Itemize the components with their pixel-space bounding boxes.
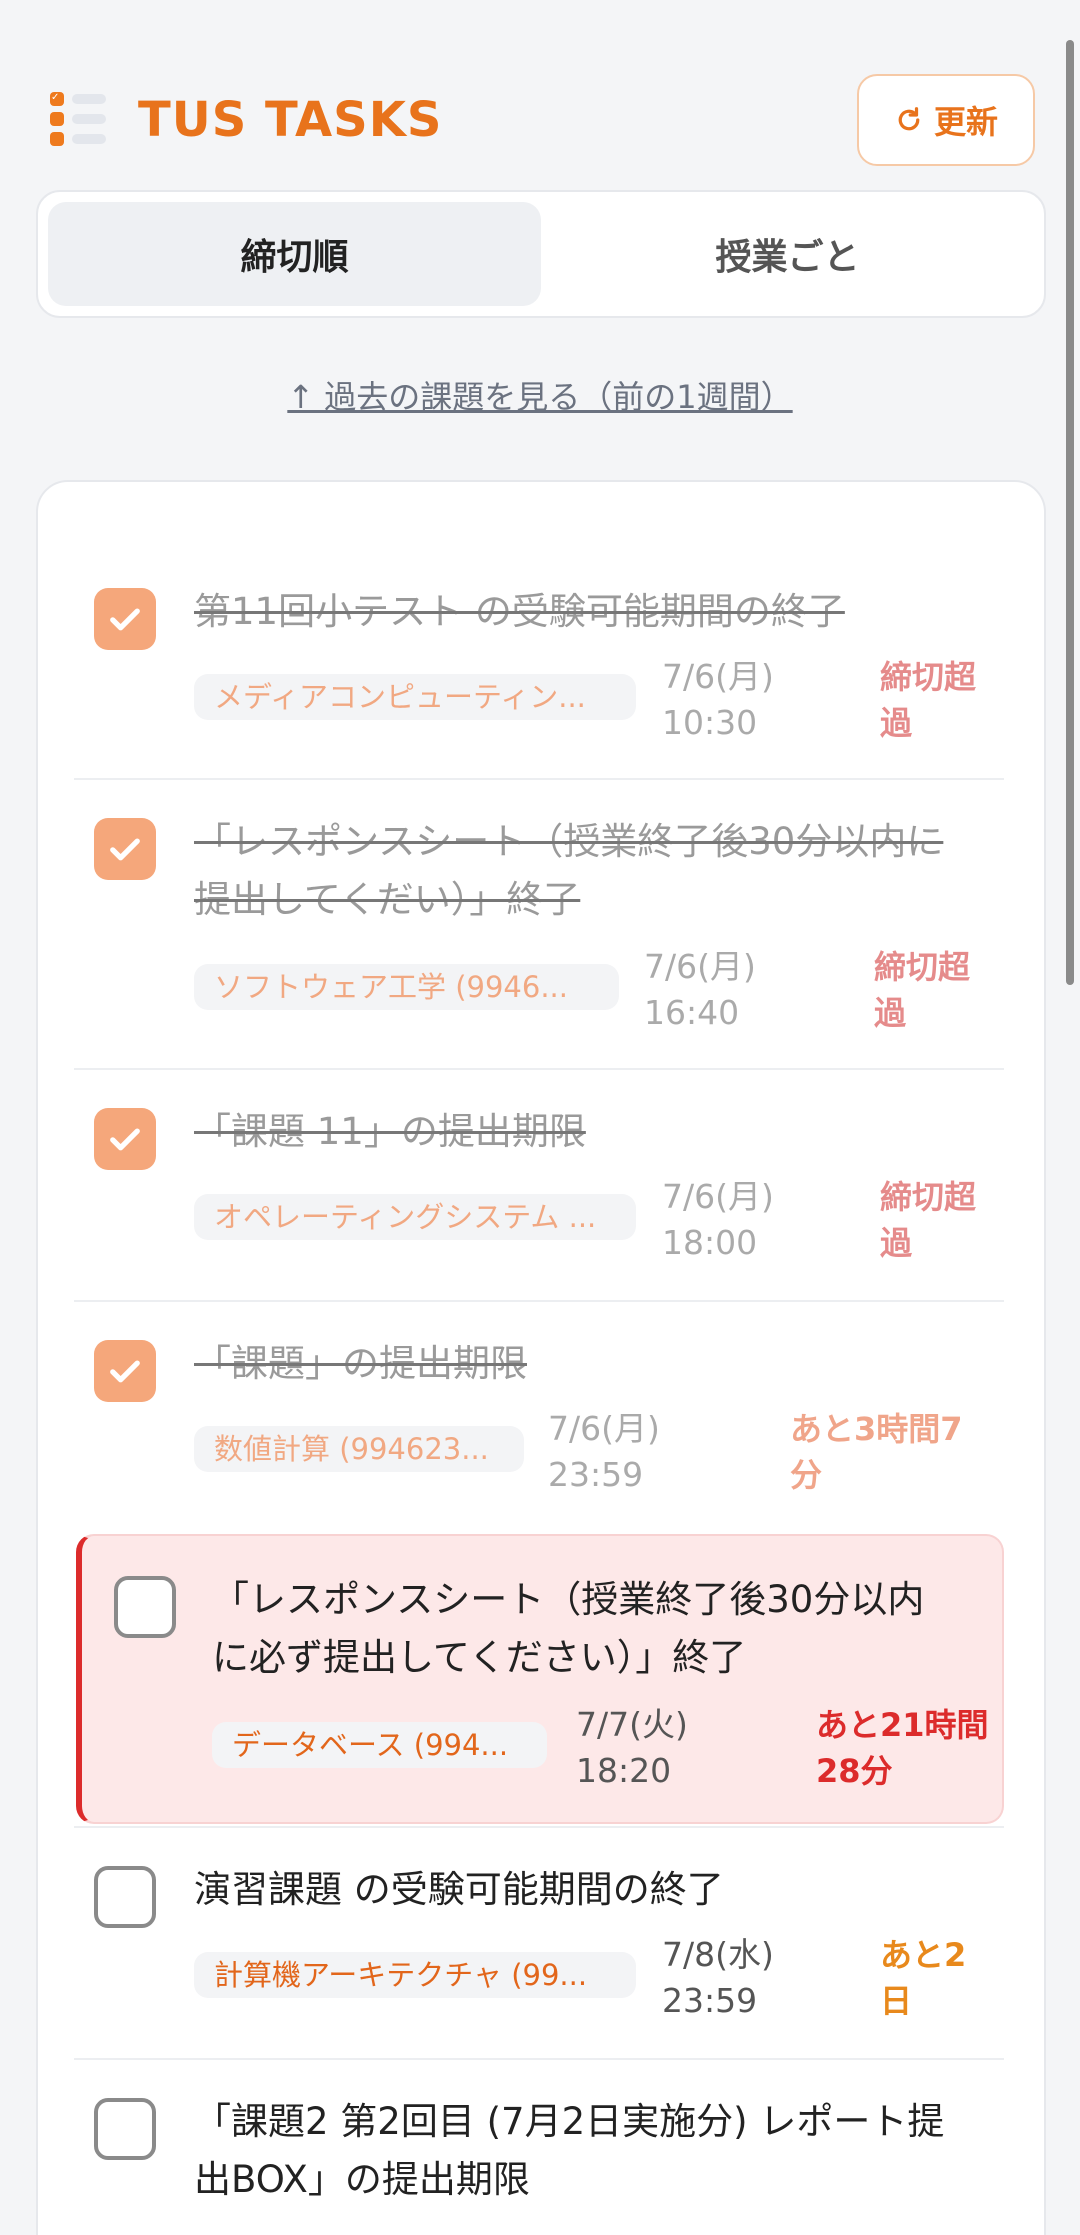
task-title-line-2: 提出してくだい）」終了 <box>194 878 581 921</box>
due-date: 7/8(水) <box>662 1935 774 1974</box>
task-checkbox[interactable] <box>94 588 156 650</box>
task-title: 演習課題 の受験可能期間の終了 <box>194 1868 724 1911</box>
due-date: 7/6(月) <box>662 1177 774 1216</box>
task-title: 第11回小テスト の受験可能期間の終了 <box>194 590 845 633</box>
task-checkbox[interactable] <box>94 1340 156 1402</box>
header: ✓ TUS TASKS 更新 <box>50 72 1035 168</box>
task-title: 「課題」の提出期限 <box>194 1342 527 1385</box>
refresh-icon <box>898 107 920 131</box>
deadline-status: 締切超過 <box>880 658 977 742</box>
past-tasks-link[interactable]: ↑ 過去の課題を見る（前の1週間） <box>0 372 1080 418</box>
deadline-status: あと21時間28分 <box>816 1706 989 1790</box>
task-item: 第11回小テスト の受験可能期間の終了 メディアコンピューティン... 7/6(… <box>74 582 1004 762</box>
refresh-label: 更新 <box>933 103 998 141</box>
task-item: 「課題」の提出期限 数値計算 (994623... 7/6(月) 23:59 あ… <box>74 1334 1004 1514</box>
task-item: 「課題2 第2回目 (7月2日実施分) レポート提 出BOX」の提出期限 <box>74 2092 1004 2232</box>
app-screen: ✓ TUS TASKS 更新 締切順 授業ごと ↑ 過去の課題を見る（前の1週間… <box>0 0 1080 2235</box>
task-title-line-1: 「課題2 第2回目 (7月2日実施分) レポート提 <box>194 2100 945 2143</box>
due-time: 18:00 <box>662 1223 758 1262</box>
divider <box>74 778 1004 780</box>
checkmark-icon <box>110 1360 140 1383</box>
task-item: 「レスポンスシート（授業終了後30分以内に 提出してくだい）」終了 ソフトウェア… <box>74 812 1004 1052</box>
task-checkbox[interactable] <box>114 1576 176 1638</box>
due-date: 7/6(月) <box>644 947 756 986</box>
task-checkbox[interactable] <box>94 1108 156 1170</box>
checkmark-icon <box>110 838 140 861</box>
task-title-line-1: 「レスポンスシート（授業終了後30分以内 <box>212 1578 925 1621</box>
divider <box>74 1300 1004 1302</box>
checkmark-icon <box>110 608 140 631</box>
due-time: 23:59 <box>662 1981 758 2020</box>
checkmark-icon <box>110 1128 140 1151</box>
task-title-line-2: に必ず提出してください）」終了 <box>212 1636 747 1679</box>
deadline-status: あと2日 <box>880 1936 967 2020</box>
divider <box>74 1826 1004 1828</box>
task-list: 第11回小テスト の受験可能期間の終了 メディアコンピューティン... 7/6(… <box>36 480 1046 2235</box>
task-checkbox[interactable] <box>94 1866 156 1928</box>
course-tag: オペレーティングシステム ... <box>194 1194 636 1240</box>
view-tabs: 締切順 授業ごと <box>36 190 1046 318</box>
due-date: 7/6(月) <box>662 657 774 696</box>
deadline-status: あと3時間7分 <box>790 1410 963 1494</box>
app-title: TUS TASKS <box>138 92 443 148</box>
task-item: 「課題 11」の提出期限 オペレーティングシステム ... 7/6(月) 18:… <box>74 1102 1004 1282</box>
task-title-line-1: 「レスポンスシート（授業終了後30分以内に <box>194 820 944 863</box>
task-checkbox[interactable] <box>94 2098 156 2160</box>
task-checkbox[interactable] <box>94 818 156 880</box>
due-date: 7/6(月) <box>548 1409 660 1448</box>
task-title-line-2: 出BOX」の提出期限 <box>194 2158 530 2201</box>
course-tag: ソフトウェア工学 (9946... <box>194 964 619 1010</box>
due-time: 23:59 <box>548 1455 644 1494</box>
task-list-logo-icon: ✓ <box>50 90 108 150</box>
scrollbar[interactable] <box>1066 40 1074 985</box>
tab-by-class[interactable]: 授業ごと <box>541 202 1034 306</box>
due-date: 7/7(火) <box>576 1705 688 1744</box>
deadline-status: 締切超過 <box>880 1178 977 1262</box>
refresh-button[interactable]: 更新 <box>857 74 1035 166</box>
divider <box>74 1068 1004 1070</box>
task-item-urgent: 「レスポンスシート（授業終了後30分以内 に必ず提出してください）」終了 データ… <box>74 1570 1004 1810</box>
course-tag: 計算機アーキテクチャ (99... <box>194 1952 636 1998</box>
due-time: 10:30 <box>662 703 758 742</box>
due-time: 18:20 <box>576 1751 672 1790</box>
course-tag: 数値計算 (994623... <box>194 1426 524 1472</box>
task-item: 演習課題 の受験可能期間の終了 計算機アーキテクチャ (99... 7/8(水)… <box>74 1860 1004 2040</box>
course-tag: データベース (994... <box>212 1722 547 1768</box>
due-time: 16:40 <box>644 993 740 1032</box>
divider <box>74 2058 1004 2060</box>
task-title: 「課題 11」の提出期限 <box>194 1110 586 1153</box>
course-tag: メディアコンピューティン... <box>194 674 636 720</box>
deadline-status: 締切超過 <box>874 948 971 1032</box>
tab-by-deadline[interactable]: 締切順 <box>48 202 541 306</box>
